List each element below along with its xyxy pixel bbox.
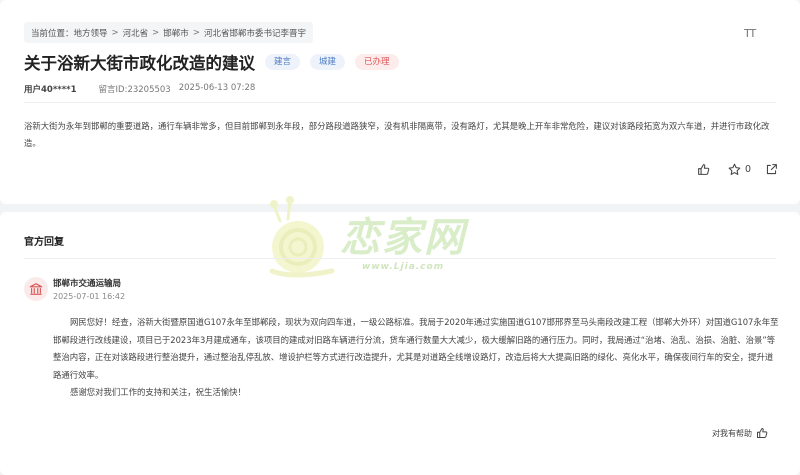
reply-datetime: 2025-07-01 16:42 [53, 292, 126, 301]
message-meta: 用户40****1 留言ID:23205503 2025-06-13 07:28 [24, 83, 255, 95]
reply-org-name: 邯郸市交通运输局 [53, 279, 122, 289]
helpful-button[interactable]: 对我有帮助 [712, 427, 768, 439]
breadcrumb-item-city[interactable]: 邯郸市 [163, 27, 189, 39]
breadcrumb-separator: > [111, 27, 119, 38]
like-button[interactable] [697, 163, 710, 176]
reply-section-title: 官方回复 [24, 237, 64, 248]
message-id: 留言ID:23205503 [98, 85, 171, 95]
thumbs-up-icon [757, 428, 768, 438]
breadcrumb-item-province[interactable]: 河北省 [123, 27, 149, 39]
reply-paragraph: 感谢您对我们工作的支持和关注，祝生活愉快！ [70, 387, 246, 397]
page-title: 关于浴新大街市政化改造的建议 [24, 54, 255, 73]
tag-category: 建言 [265, 54, 301, 70]
font-size-icon[interactable]: TT [744, 27, 756, 40]
message-content: 浴新大街为永年到邯郸的重要道路，通行车辆非常多，但目前邯郸到永年段，部分路段道路… [24, 121, 770, 148]
breadcrumb: 当前位置： 地方领导 > 河北省 > 邯郸市 > 河北省邯郸市委书记李晋宇 [24, 22, 313, 43]
government-building-icon [29, 283, 43, 295]
watermark-text: 恋家网 [340, 214, 466, 261]
favorite-button[interactable]: 0 [728, 163, 751, 176]
helpful-label: 对我有帮助 [712, 428, 752, 438]
star-icon [728, 163, 741, 175]
breadcrumb-separator: > [152, 27, 160, 38]
message-actions: 0 [697, 163, 778, 176]
divider [24, 258, 776, 259]
favorite-count: 0 [745, 164, 752, 175]
tag-field: 城建 [310, 54, 346, 70]
share-icon [766, 164, 777, 175]
breadcrumb-item-leaders[interactable]: 地方领导 [74, 27, 108, 39]
title-row: 关于浴新大街市政化改造的建议 建言 城建 已办理 [24, 50, 399, 74]
message-datetime: 2025-06-13 07:28 [178, 83, 256, 93]
breadcrumb-separator: > [192, 27, 200, 38]
reply-content: 网民您好！经查，浴新大街暨原国道G107永年至邯郸段，现状为双向四车道，一级公路… [53, 314, 780, 402]
status-badge: 已办理 [355, 54, 399, 70]
divider [24, 102, 776, 103]
thumbs-up-icon [698, 164, 710, 175]
breadcrumb-item-leader[interactable]: 河北省邯郸市委书记李晋宇 [204, 27, 306, 39]
reply-paragraph: 网民您好！经查，浴新大街暨原国道G107永年至邯郸段，现状为双向四车道，一级公路… [53, 317, 779, 380]
share-button[interactable] [765, 163, 778, 176]
breadcrumb-prefix: 当前位置： [31, 28, 74, 39]
watermark-url: www.Ljia.com [362, 262, 445, 272]
user-name: 用户40****1 [24, 85, 77, 95]
org-avatar [24, 277, 48, 301]
message-card: 当前位置： 地方领导 > 河北省 > 邯郸市 > 河北省邯郸市委书记李晋宇 TT… [0, 0, 800, 204]
